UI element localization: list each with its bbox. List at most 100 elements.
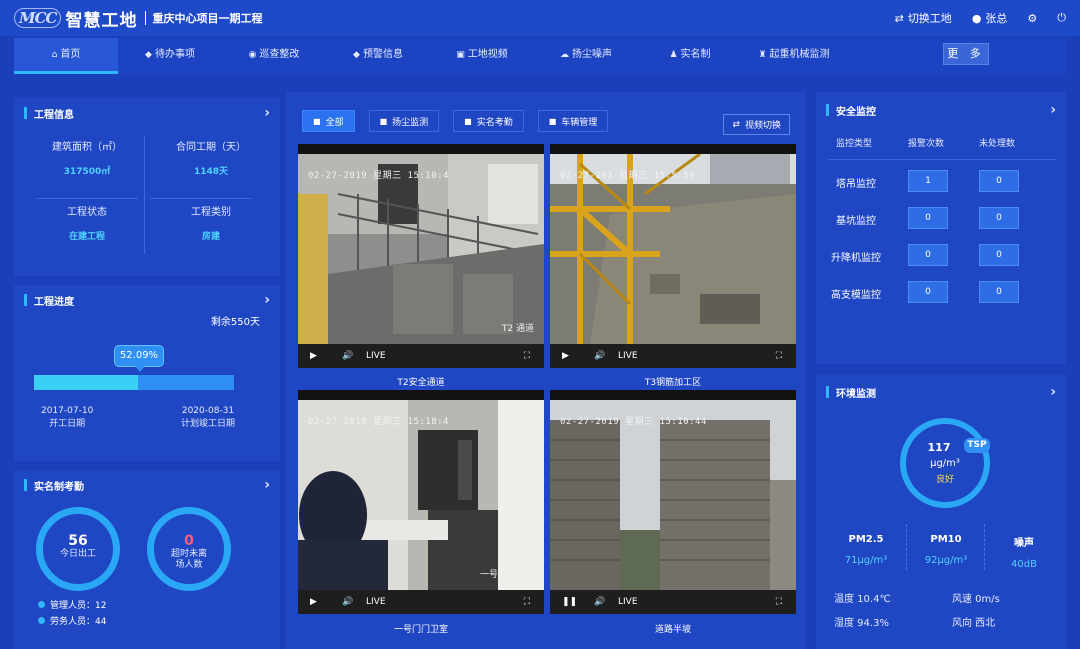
nav-item-warning[interactable]: ◆ 预警信息 bbox=[326, 38, 430, 74]
row-label: 高支模监控 bbox=[831, 290, 881, 301]
title-bar bbox=[24, 479, 27, 491]
play-icon[interactable]: ▶ bbox=[310, 351, 324, 361]
safety-monitor-panel: 安全监控 › 监控类型 报警次数 未处理数 塔吊监控 1 0 基坑监控 0 0 … bbox=[816, 92, 1066, 364]
title-bar bbox=[826, 386, 829, 398]
end-date: 2020-08-31 计划竣工日期 bbox=[181, 405, 235, 431]
pending-count[interactable]: 0 bbox=[979, 170, 1019, 192]
nav-item-crane[interactable]: ♜ 起重机械监测 bbox=[742, 38, 846, 74]
settings-button[interactable]: ⚙ bbox=[1027, 12, 1037, 25]
tab-dust-monitor[interactable]: ■ 扬尘监测 bbox=[368, 110, 440, 132]
attendance-panel: 实名制考勤 › 56 今日出工 0 超时未离 场人数 管理人员：12 劳务人员：… bbox=[14, 470, 280, 649]
col-header-pending: 未处理数 bbox=[979, 139, 1016, 149]
volume-icon[interactable]: 🔊 bbox=[342, 597, 356, 607]
video-player-gate[interactable]: 02-27-2019 星期三 15:18:4 一号门门卫室 ▶ 🔊 LIVE ⛶ bbox=[298, 390, 544, 614]
power-icon: ⏻ bbox=[1057, 11, 1066, 24]
info-label: 工程类别 bbox=[191, 207, 231, 218]
app-header: MCC 智慧工地 重庆中心项目一期工程 ⇄ 切换工地 ● 张总 ⚙ ⏻ bbox=[0, 0, 1080, 36]
nav-item-realname[interactable]: ♟ 实名制 bbox=[638, 38, 742, 74]
fullscreen-icon[interactable]: ⛶ bbox=[524, 351, 530, 361]
live-label: LIVE bbox=[366, 597, 386, 607]
logo-mark: MCC bbox=[14, 8, 62, 28]
nav-item-video[interactable]: ▣ 工地视频 bbox=[430, 38, 534, 74]
legend-text: 劳务人员：44 bbox=[50, 617, 107, 627]
camera-icon: ■ bbox=[464, 116, 472, 126]
tab-attendance[interactable]: ■ 实名考勤 bbox=[453, 110, 524, 132]
ring-value: 0 bbox=[184, 533, 194, 549]
volume-icon[interactable]: 🔊 bbox=[594, 351, 608, 361]
video-timestamp: 02-27-2019 星期三 15:18:4 bbox=[308, 417, 449, 427]
nav-item-todo[interactable]: ◆ 待办事项 bbox=[118, 38, 222, 74]
logo-name: 智慧工地 bbox=[65, 10, 138, 31]
fullscreen-icon[interactable]: ⛶ bbox=[776, 597, 782, 607]
pause-icon[interactable]: ❚❚ bbox=[562, 597, 577, 607]
video-player-t2[interactable]: 02-27-2019 星期三 15:10:4 T2 通道 ▶ 🔊 LIVE ⛶ bbox=[298, 144, 544, 368]
pending-count[interactable]: 0 bbox=[979, 207, 1019, 229]
project-name: 重庆中心项目一期工程 bbox=[152, 12, 263, 25]
video-player-t3[interactable]: 02-27-201 星期三 15:5:59 ▶ 🔊 LIVE ⛶ bbox=[550, 144, 796, 368]
chevron-right-icon[interactable]: › bbox=[264, 292, 270, 308]
user-menu[interactable]: ● 张总 bbox=[972, 10, 1008, 26]
nav-item-dust-noise[interactable]: ☁ 扬尘噪声 bbox=[534, 38, 638, 74]
nav-item-inspection[interactable]: ◉ 巡查整改 bbox=[222, 38, 326, 74]
tsp-unit: μg/m³ bbox=[930, 458, 960, 469]
divider bbox=[828, 159, 1056, 160]
volume-icon[interactable]: 🔊 bbox=[594, 597, 608, 607]
video-overlay-label: 一号门门卫室 bbox=[479, 570, 534, 580]
divider bbox=[36, 198, 138, 199]
play-icon[interactable]: ▶ bbox=[310, 597, 324, 607]
legend-text: 管理人员：12 bbox=[50, 601, 107, 611]
divider bbox=[150, 198, 252, 199]
panel-header: 安全监控 › bbox=[816, 92, 1066, 128]
tsp-quality: 良好 bbox=[935, 475, 954, 485]
panel-title: 工程进度 bbox=[34, 296, 74, 308]
camera-icon: ■ bbox=[313, 116, 321, 126]
workers-legend: 劳务人员：44 bbox=[38, 614, 106, 627]
chevron-right-icon[interactable]: › bbox=[1050, 384, 1056, 400]
logout-button[interactable]: ⏻ bbox=[1057, 11, 1066, 25]
logo[interactable]: MCC 智慧工地 bbox=[14, 6, 137, 31]
fullscreen-icon[interactable]: ⛶ bbox=[776, 351, 782, 361]
tab-vehicle[interactable]: ■ 车辆管理 bbox=[537, 110, 609, 132]
camera-icon: ■ bbox=[548, 116, 557, 126]
video-timestamp: 02-27-201 星期三 15:5:59 bbox=[560, 171, 696, 181]
main-nav: ⌂ 首页 ◆ 待办事项 ◉ 巡查整改 ◆ 预警信息 ▣ 工地视频 ☁ 扬尘噪声 ♟ 实名制 ♜… bbox=[14, 38, 1066, 74]
pending-count[interactable]: 0 bbox=[979, 281, 1019, 303]
switch-project-button[interactable]: ⇄ 切换工地 bbox=[895, 10, 952, 26]
user-name: 张总 bbox=[985, 12, 1008, 25]
chevron-right-icon[interactable]: › bbox=[264, 477, 270, 493]
chevron-right-icon[interactable]: › bbox=[1050, 102, 1056, 118]
nav-item-home[interactable]: ⌂ 首页 bbox=[14, 38, 118, 74]
chevron-right-icon[interactable]: › bbox=[264, 105, 270, 121]
video-caption: 道路半坡 bbox=[654, 625, 691, 635]
fullscreen-icon[interactable]: ⛶ bbox=[524, 597, 530, 607]
video-caption: 一号门门卫室 bbox=[393, 625, 448, 635]
tab-all[interactable]: ■ 全部 bbox=[302, 110, 355, 132]
shield-icon: ◆ bbox=[353, 50, 360, 60]
info-label: 合同工期（天） bbox=[176, 142, 246, 153]
nav-label: 待办事项 bbox=[154, 49, 195, 60]
volume-icon[interactable]: 🔊 bbox=[342, 351, 356, 361]
progress-panel: 工程进度 › 剩余550天 52.09% 2017-07-10 开工日期 202… bbox=[14, 285, 280, 461]
video-controls: ▶ 🔊 LIVE ⛶ bbox=[550, 344, 796, 368]
ring-label: 场人数 bbox=[175, 560, 203, 570]
legend-dot bbox=[38, 617, 45, 624]
video-overlay-label: T2 通道 bbox=[501, 324, 534, 334]
alarm-count[interactable]: 0 bbox=[908, 207, 948, 229]
alarm-count[interactable]: 0 bbox=[908, 281, 948, 303]
more-button[interactable]: 更 多 bbox=[943, 43, 989, 65]
video-player-slope[interactable]: 02-27-2019 星期三 15:10:44 ❚❚ 🔊 LIVE ⛶ bbox=[550, 390, 796, 614]
video-switch-button[interactable]: ⇄ 视频切换 bbox=[723, 114, 790, 135]
pending-count[interactable]: 0 bbox=[979, 244, 1019, 266]
metric-label: PM10 bbox=[930, 534, 962, 545]
users-icon: ♟ bbox=[669, 50, 678, 60]
play-icon[interactable]: ▶ bbox=[562, 351, 576, 361]
title-bar bbox=[24, 107, 27, 119]
alarm-count[interactable]: 0 bbox=[908, 244, 948, 266]
project-status: 工程状态 在建工程 bbox=[32, 203, 142, 242]
alarm-count[interactable]: 1 bbox=[908, 170, 948, 192]
table-row: 高支模监控 0 0 bbox=[816, 281, 1066, 303]
metric-value: 92μg/m³ bbox=[924, 555, 968, 566]
live-label: LIVE bbox=[618, 597, 638, 607]
start-date: 2017-07-10 开工日期 bbox=[41, 405, 93, 431]
date-label: 开工日期 bbox=[49, 419, 86, 429]
